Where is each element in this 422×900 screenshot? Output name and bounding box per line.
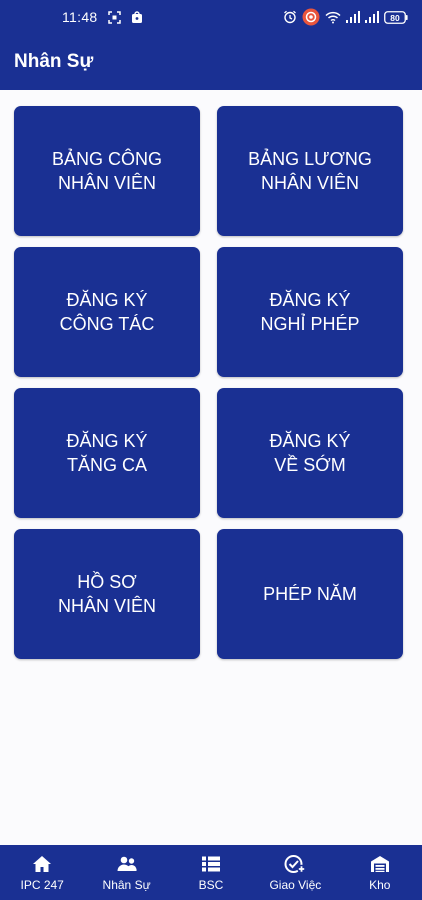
tile-ho-so-nhan-vien[interactable]: HỒ SƠ NHÂN VIÊN	[14, 529, 200, 659]
nav-item-ipc-247[interactable]: IPC 247	[0, 853, 84, 892]
status-bar: 11:48 80	[0, 0, 422, 34]
people-icon	[116, 853, 138, 875]
tile-label: ĐĂNG KÝ CÔNG TÁC	[59, 290, 155, 334]
tile-dang-ky-nghi-phep[interactable]: ĐĂNG KÝ NGHỈ PHÉP	[217, 247, 403, 377]
app-bar: Nhân Sự	[0, 34, 422, 90]
home-icon	[32, 853, 52, 875]
tile-label: ĐĂNG KÝ VỀ SỚM	[269, 431, 351, 475]
signal-icon	[346, 11, 360, 23]
tile-label: HỒ SƠ NHÂN VIÊN	[57, 572, 156, 616]
nav-label: IPC 247	[20, 878, 64, 892]
notification-bag-icon	[131, 10, 143, 24]
nav-item-kho[interactable]: Kho	[338, 853, 422, 892]
warehouse-icon	[370, 853, 390, 875]
task-add-icon	[284, 853, 307, 875]
tile-bang-cong-nhan-vien[interactable]: BẢNG CÔNG NHÂN VIÊN	[14, 106, 200, 236]
nav-label: Kho	[369, 878, 391, 892]
battery-level: 80	[390, 12, 400, 22]
menu-grid: BẢNG CÔNG NHÂN VIÊN BẢNG LƯƠNG NHÂN VIÊN…	[14, 106, 403, 659]
tile-label: ĐĂNG KÝ TĂNG CA	[66, 431, 148, 475]
screenshot-icon	[107, 10, 121, 24]
alarm-icon	[283, 10, 297, 24]
battery-icon: 80	[384, 10, 408, 24]
tile-phep-nam[interactable]: PHÉP NĂM	[217, 529, 403, 659]
tile-dang-ky-cong-tac[interactable]: ĐĂNG KÝ CÔNG TÁC	[14, 247, 200, 377]
signal-icon	[365, 11, 379, 23]
nav-item-nhan-su[interactable]: Nhân Sự	[85, 853, 169, 892]
list-icon	[201, 853, 221, 875]
nav-item-bsc[interactable]: BSC	[169, 853, 253, 892]
main-content: BẢNG CÔNG NHÂN VIÊN BẢNG LƯƠNG NHÂN VIÊN…	[0, 90, 422, 845]
wifi-icon	[325, 11, 341, 24]
status-time: 11:48	[62, 9, 98, 25]
page-title: Nhân Sự	[14, 51, 94, 72]
tile-dang-ky-tang-ca[interactable]: ĐĂNG KÝ TĂNG CA	[14, 388, 200, 518]
tile-label: BẢNG LƯƠNG NHÂN VIÊN	[248, 149, 372, 193]
nav-label: BSC	[198, 878, 224, 892]
bottom-nav: IPC 247 Nhân Sự BSC Giao Việc Kho	[0, 845, 422, 900]
nav-item-giao-viec[interactable]: Giao Việc	[253, 853, 337, 892]
tile-label: BẢNG CÔNG NHÂN VIÊN	[51, 149, 162, 193]
tile-label: ĐĂNG KÝ NGHỈ PHÉP	[260, 290, 360, 334]
record-icon	[302, 8, 320, 26]
nav-label: Giao Việc	[269, 878, 322, 892]
tile-dang-ky-ve-som[interactable]: ĐĂNG KÝ VỀ SỚM	[217, 388, 403, 518]
tile-bang-luong-nhan-vien[interactable]: BẢNG LƯƠNG NHÂN VIÊN	[217, 106, 403, 236]
tile-label: PHÉP NĂM	[263, 584, 357, 604]
nav-label: Nhân Sự	[102, 878, 151, 892]
